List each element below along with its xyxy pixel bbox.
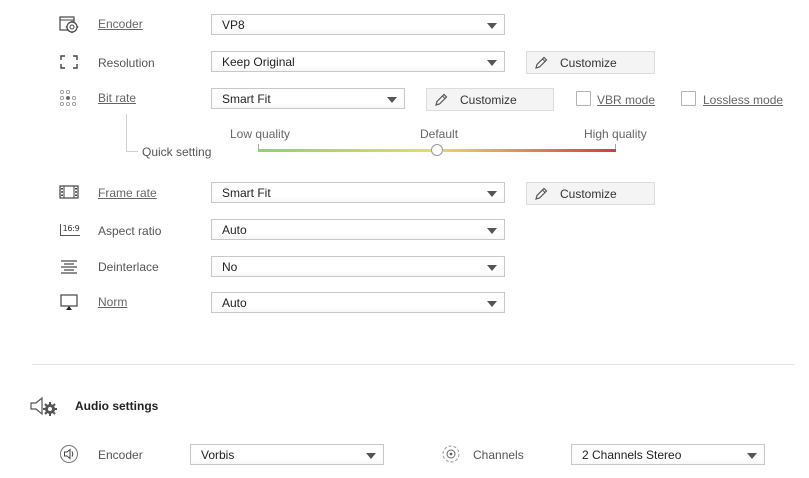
encoder-gear-icon bbox=[58, 14, 80, 34]
aspect-ratio-icon-text: 16:9 bbox=[59, 224, 81, 236]
lossless-mode-checkbox[interactable] bbox=[681, 91, 696, 106]
chevron-down-icon bbox=[747, 453, 757, 459]
channels-label: Channels bbox=[473, 448, 524, 462]
channels-icon bbox=[440, 444, 462, 464]
resolution-label: Resolution bbox=[98, 56, 155, 70]
audio-settings-icon bbox=[28, 394, 60, 418]
bitrate-dropdown[interactable]: Smart Fit bbox=[211, 88, 405, 109]
deinterlace-value: No bbox=[222, 260, 238, 274]
vbr-mode-checkbox[interactable] bbox=[576, 91, 591, 106]
framerate-customize-label: Customize bbox=[560, 187, 617, 201]
vbr-mode-label[interactable]: VBR mode bbox=[597, 93, 655, 107]
norm-dropdown[interactable]: Auto bbox=[211, 292, 505, 313]
resolution-customize-label: Customize bbox=[560, 56, 617, 70]
framerate-value: Smart Fit bbox=[222, 186, 271, 200]
speaker-icon bbox=[58, 444, 80, 464]
quick-setting-label: Quick setting bbox=[142, 145, 212, 159]
film-icon bbox=[58, 182, 80, 202]
high-quality-label: High quality bbox=[584, 127, 647, 141]
channels-dropdown[interactable]: 2 Channels Stereo bbox=[571, 444, 765, 465]
encoder-dropdown[interactable]: VP8 bbox=[211, 14, 505, 35]
chevron-down-icon bbox=[487, 191, 497, 197]
pencil-icon bbox=[534, 187, 548, 204]
bitrate-dots-icon bbox=[58, 88, 80, 108]
monitor-icon bbox=[58, 292, 80, 312]
deinterlace-dropdown[interactable]: No bbox=[211, 256, 505, 277]
chevron-down-icon bbox=[366, 453, 376, 459]
resolution-dropdown[interactable]: Keep Original bbox=[211, 51, 505, 72]
audio-encoder-dropdown[interactable]: Vorbis bbox=[190, 444, 384, 465]
audio-encoder-label: Encoder bbox=[98, 448, 143, 462]
resolution-customize-button[interactable]: Customize bbox=[526, 51, 655, 74]
resolution-value: Keep Original bbox=[222, 55, 295, 69]
framerate-dropdown[interactable]: Smart Fit bbox=[211, 182, 505, 203]
audio-encoder-value: Vorbis bbox=[201, 448, 235, 462]
quick-setting-connector bbox=[126, 114, 127, 152]
aspect-ratio-dropdown[interactable]: Auto bbox=[211, 219, 505, 240]
quality-slider-thumb[interactable] bbox=[431, 144, 443, 156]
deinterlace-label: Deinterlace bbox=[98, 260, 159, 274]
audio-settings-title: Audio settings bbox=[75, 399, 159, 413]
slider-tick-start bbox=[258, 144, 259, 149]
deinterlace-lines-icon bbox=[58, 256, 80, 276]
low-quality-label: Low quality bbox=[230, 127, 291, 141]
bitrate-label[interactable]: Bit rate bbox=[98, 91, 136, 105]
pencil-icon bbox=[434, 93, 448, 110]
aspect-ratio-value: Auto bbox=[222, 223, 247, 237]
bitrate-customize-label: Customize bbox=[460, 93, 517, 107]
chevron-down-icon bbox=[487, 265, 497, 271]
lossless-mode-label[interactable]: Lossless mode bbox=[703, 93, 783, 107]
bitrate-value: Smart Fit bbox=[222, 92, 271, 106]
encoder-label[interactable]: Encoder bbox=[98, 17, 143, 31]
default-quality-label: Default bbox=[420, 127, 459, 141]
chevron-down-icon bbox=[487, 228, 497, 234]
quick-setting-connector-h bbox=[126, 151, 138, 152]
slider-tick-end bbox=[615, 144, 616, 149]
framerate-customize-button[interactable]: Customize bbox=[526, 182, 655, 205]
encoder-value: VP8 bbox=[222, 18, 245, 32]
framerate-label[interactable]: Frame rate bbox=[98, 186, 157, 200]
norm-label[interactable]: Norm bbox=[98, 295, 127, 309]
bitrate-customize-button[interactable]: Customize bbox=[426, 88, 554, 111]
aspect-ratio-icon: 16:9 bbox=[58, 220, 82, 240]
chevron-down-icon bbox=[487, 23, 497, 29]
aspect-ratio-label: Aspect ratio bbox=[98, 224, 162, 238]
chevron-down-icon bbox=[487, 301, 497, 307]
norm-value: Auto bbox=[222, 296, 247, 310]
resolution-frame-icon bbox=[58, 52, 80, 72]
section-divider bbox=[32, 364, 794, 365]
chevron-down-icon bbox=[487, 60, 497, 66]
chevron-down-icon bbox=[387, 97, 397, 103]
pencil-icon bbox=[534, 56, 548, 73]
channels-value: 2 Channels Stereo bbox=[582, 448, 682, 462]
